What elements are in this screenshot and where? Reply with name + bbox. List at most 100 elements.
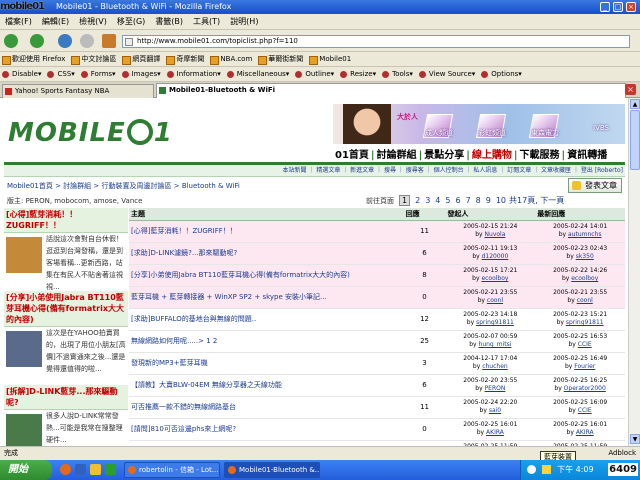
devbar-item[interactable]: Tools▾	[380, 67, 417, 82]
author-name[interactable]: spring91811	[476, 319, 514, 326]
sub-navigation[interactable]: 本站新聞 ｜ 精選文章 ｜ 新進文章 ｜ 搜尋 ｜ 搜尋客 ｜ 個人控制台 ｜ …	[4, 165, 625, 177]
sidebar-heading[interactable]: [心得]藍芽消耗！！ZUGRIFF！！	[4, 208, 128, 233]
last-reply-user[interactable]: CCIE	[578, 407, 592, 414]
author-name[interactable]: hung_mitsi	[479, 341, 512, 348]
last-reply-link[interactable]: by ecoolboy	[537, 275, 623, 283]
menu-item-2[interactable]: 檢視(V)	[74, 14, 112, 30]
topic-title-cell[interactable]: [求助]D-LINK濾鏡?...那來驅動呢?	[129, 242, 404, 265]
bookmark-item[interactable]: NBA.com	[208, 52, 256, 67]
topic-title[interactable]: [分享]小弟使用Jabra BT110藍芽耳機心得(備有formatrix大大的…	[131, 271, 350, 279]
last-reply-link[interactable]: by CCIE	[537, 341, 623, 349]
folder-quicklaunch-icon[interactable]	[90, 464, 101, 475]
sidebar-thumbnail[interactable]	[6, 414, 42, 446]
page-link[interactable]: 3	[425, 196, 430, 205]
last-reply-user[interactable]: spring91811	[566, 319, 604, 326]
last-reply-link[interactable]: by AKIRA	[537, 429, 623, 437]
mobile01-logo[interactable]: MOBILE 1	[8, 118, 173, 148]
tray-clock-text[interactable]: 下午 4:09	[557, 465, 594, 474]
devbar-item[interactable]: View Source▾	[417, 67, 479, 82]
author-link[interactable]: by sai0	[447, 407, 533, 415]
last-reply-link[interactable]: by spring91811	[537, 319, 623, 327]
page-link[interactable]: 2	[415, 196, 420, 205]
bookmark-item[interactable]: 歡迎使用 Firefox	[0, 52, 69, 67]
topic-title-cell[interactable]: [心得]藍芽消耗！！ZUGRIFF！！	[129, 220, 404, 243]
minimize-button[interactable]: _	[600, 2, 610, 12]
page-link[interactable]: 8	[476, 196, 481, 205]
table-row[interactable]: 發現新的MP3+藍芽耳機 3 2004-12-17 17:04 by chuchen 2…	[129, 352, 625, 375]
bluetooth-tray-icon[interactable]	[527, 465, 536, 474]
topic-title[interactable]: 發現新的MP3+藍芽耳機	[131, 359, 208, 367]
sidebar-thumbnail[interactable]	[6, 331, 42, 367]
menu-item-5[interactable]: 工具(T)	[188, 14, 225, 30]
table-row[interactable]: 【請教】大賣BLW-04EM 無線分享器之天線功能 6 2005-02-20 23:…	[129, 374, 625, 397]
table-row[interactable]: [求助]D-LINK濾鏡?...那來驅動呢? 6 2005-02-11 19:13 b…	[129, 242, 625, 265]
maximize-button[interactable]: □	[613, 2, 623, 12]
scroll-thumb[interactable]	[630, 110, 640, 170]
author-link[interactable]: by AKIRA	[447, 429, 533, 437]
table-row[interactable]: 藍芽耳機 + 藍芽轉接器 + WinXP SP2 + skype 安裝小筆記..…	[129, 286, 625, 309]
main-nav-item[interactable]: 資訊轉播	[565, 146, 609, 161]
author-name[interactable]: d120000	[482, 253, 509, 260]
sidebar-heading[interactable]: [拆解]D-LINK藍芽...那來驅動呢?	[4, 385, 128, 410]
bookmark-item[interactable]: 網頁翻譯	[120, 52, 164, 67]
topic-title[interactable]: 【請教】大賣BLW-04EM 無線分享器之天線功能	[131, 381, 282, 389]
topic-title[interactable]: 藍芽耳機 + 藍芽轉接器 + WinXP SP2 + skype 安裝小筆記..…	[131, 293, 327, 301]
author-link[interactable]: by Nuvola	[447, 231, 533, 239]
menu-item-0[interactable]: 檔案(F)	[0, 14, 37, 30]
table-row[interactable]: [求助]BUFFALO的基地台與無線的問題.. 12 2005-02-23 14:1…	[129, 308, 625, 331]
network-tray-icon[interactable]	[541, 465, 551, 474]
page-link[interactable]: 10	[496, 196, 506, 205]
devbar-item[interactable]: CSS▾	[45, 67, 78, 82]
start-button[interactable]: 開始	[0, 460, 52, 480]
author-link[interactable]: by spring91811	[447, 319, 533, 327]
last-reply-user[interactable]: coonl	[577, 297, 593, 304]
author-name[interactable]: ecoolboy	[481, 275, 508, 282]
last-reply-link[interactable]: by coonl	[537, 297, 623, 305]
last-reply-user[interactable]: AKIRA	[576, 429, 594, 436]
author-link[interactable]: by coonl	[447, 297, 533, 305]
last-reply-link[interactable]: by Fourier	[537, 363, 623, 371]
topic-title-cell[interactable]: 可否推薦一款不錯的無線網路基台	[129, 396, 404, 419]
last-reply-link[interactable]: by CCIE	[537, 407, 623, 415]
bookmark-item[interactable]: 中文討論區	[69, 52, 120, 67]
bookmark-item[interactable]: 華爾街新聞	[256, 52, 307, 67]
close-tab-icon[interactable]: ×	[625, 84, 636, 95]
page-link[interactable]: 1	[399, 195, 411, 206]
topic-title-cell[interactable]: 【請教】大賣BLW-04EM 無線分享器之天線功能	[129, 374, 404, 397]
devbar-item[interactable]: Options▾	[479, 67, 526, 82]
author-link[interactable]: by PERON	[447, 385, 533, 393]
last-reply-link[interactable]: by autumnchs	[537, 231, 623, 239]
topic-title-cell[interactable]: [分享]小弟使用Jabra BT110藍芽耳機心得(備有formatrix大大的…	[129, 264, 404, 287]
taskbar-item-mail[interactable]: robertolin - 信箱 - Lot...	[124, 462, 220, 478]
author-name[interactable]: AKIRA	[486, 429, 504, 436]
page-link[interactable]: 4	[435, 196, 440, 205]
menu-item-1[interactable]: 編輯(E)	[37, 14, 74, 30]
main-nav-item[interactable]: 線上購物	[470, 146, 514, 161]
sidebar-thumbnail[interactable]	[6, 237, 42, 273]
topic-title-cell[interactable]: [請問]810可否這邊phs來上網呢?	[129, 418, 404, 441]
tab-yahoo-fantasy[interactable]: Yahoo! Sports Fantasy NBA	[2, 84, 154, 98]
last-reply-user[interactable]: autumnchs	[568, 231, 602, 238]
last-reply-user[interactable]: ecoolboy	[571, 275, 598, 282]
topic-title-cell[interactable]: 發現新的MP3+藍芽耳機	[129, 352, 404, 375]
last-reply-user[interactable]: sk350	[576, 253, 594, 260]
main-nav-item[interactable]: 景點分享	[422, 146, 466, 161]
devbar-item[interactable]: Disable▾	[0, 67, 45, 82]
devbar-item[interactable]: Forms▾	[79, 67, 120, 82]
forward-button[interactable]	[30, 34, 44, 48]
page-link[interactable]: 9	[486, 196, 491, 205]
author-link[interactable]: by d120000	[447, 253, 533, 261]
topic-title-cell[interactable]: [求助]BUFFALO的基地台與無線的問題..	[129, 308, 404, 331]
table-row[interactable]: 無線網路如何用呢.....> 1 2 25 2005-02-07 00:59 by h…	[129, 330, 625, 353]
author-link[interactable]: by ecoolboy	[447, 275, 533, 283]
devbar-item[interactable]: Resize▾	[338, 67, 380, 82]
last-reply-link[interactable]: by sk350	[537, 253, 623, 261]
bookmark-item[interactable]: 奇摩新聞	[164, 52, 208, 67]
topic-title-cell[interactable]: 無線網路如何用呢.....> 1 2	[129, 330, 404, 353]
main-nav-item[interactable]: 討論群組	[375, 146, 419, 161]
url-input[interactable]: http://www.mobile01.com/topiclist.php?f=…	[122, 35, 630, 48]
table-row[interactable]: [請問]810可否這邊phs來上網呢? 0 2005-02-25 16:01 by A…	[129, 418, 625, 441]
vertical-scrollbar[interactable]: ▲ ▼	[628, 98, 640, 446]
topic-title[interactable]: 無線網路如何用呢.....> 1 2	[131, 337, 217, 345]
last-reply-user[interactable]: Fourier	[574, 363, 595, 370]
